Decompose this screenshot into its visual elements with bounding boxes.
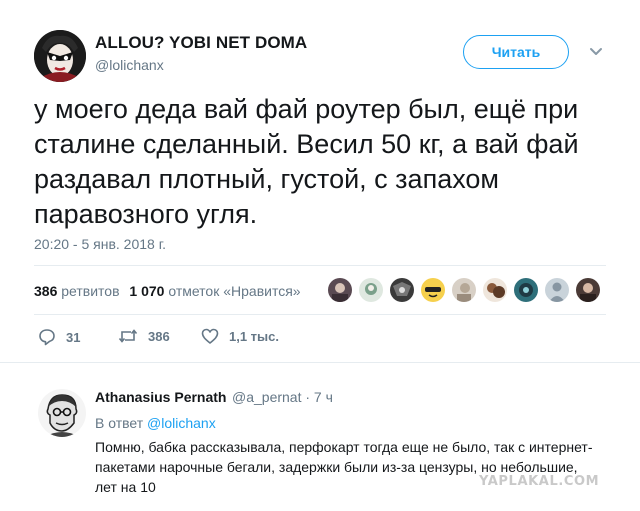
retweet-icon [118, 329, 138, 343]
tweet-text-line: сталине сделанный. Весил 50 кг, а вай фа… [34, 129, 579, 159]
divider [34, 265, 606, 266]
avatar-5-icon [452, 278, 476, 302]
liker-avatars [328, 278, 607, 304]
tweet-text: у моего деда вай фай роутер был, ещё при… [34, 92, 614, 232]
tweet-text-line: у моего деда вай фай роутер был, ещё при [34, 94, 579, 124]
tweet-timestamp[interactable]: 20:20 - 5 янв. 2018 г. [34, 236, 166, 252]
reply-author-handle-time[interactable]: @a_pernat · 7 ч [232, 389, 333, 405]
liker-avatar[interactable] [483, 278, 507, 302]
author-name[interactable]: ALLOU? YOBI NET DOMA [95, 33, 307, 53]
liker-avatar[interactable] [452, 278, 476, 302]
avatar-9-icon [576, 278, 600, 302]
avatar-2-icon [359, 278, 383, 302]
divider [0, 362, 640, 363]
reply-button[interactable]: 31 [38, 328, 80, 346]
avatar-8-icon [545, 278, 569, 302]
avatar-6-icon [483, 278, 507, 302]
retweet-label: ретвитов [61, 283, 120, 299]
avatar-3-icon [390, 278, 414, 302]
author-avatar[interactable] [34, 30, 86, 82]
tweet-text-line: раздавал плотный, густой, с запахом [34, 164, 499, 194]
retweet-stat[interactable]: 386 ретвитов [34, 283, 120, 299]
reply-icon [39, 329, 55, 346]
reply-author-name[interactable]: Athanasius Pernath [95, 389, 226, 405]
in-reply-prefix: В ответ [95, 415, 144, 431]
liker-avatar[interactable] [421, 278, 445, 302]
retweet-count: 386 [34, 283, 58, 299]
watermark: YAPLAKAL.COM [479, 474, 600, 489]
liker-avatar[interactable] [359, 278, 383, 302]
avatar-7-icon [514, 278, 538, 302]
follow-button[interactable]: Читать [463, 35, 569, 69]
in-reply-to: В ответ @lolichanx [95, 415, 216, 431]
like-count: 1 070 [129, 283, 165, 299]
heart-icon [201, 328, 219, 344]
like-stat[interactable]: 1 070 отметок «Нравится» [129, 283, 300, 299]
harley-quinn-avatar-icon [34, 30, 86, 82]
retweet-action-count: 386 [148, 328, 170, 344]
tweet-card: ALLOU? YOBI NET DOMA @lolichanx Читать у… [0, 0, 640, 511]
retweet-button[interactable]: 386 [118, 328, 170, 344]
reply-author-avatar[interactable] [38, 389, 86, 437]
reply-count: 31 [66, 329, 81, 345]
like-label: отметок «Нравится» [168, 283, 301, 299]
tweet-text-line: паравозного угля. [34, 199, 258, 229]
reply-text-line: Помню, бабка рассказывала, перфокарт тог… [95, 439, 593, 455]
liker-avatar[interactable] [514, 278, 538, 302]
liker-avatar[interactable] [576, 278, 600, 302]
divider [34, 314, 606, 315]
more-options-button[interactable] [586, 42, 606, 62]
avatar-4-icon [421, 278, 445, 302]
chevron-down-icon [590, 48, 602, 55]
like-button[interactable]: 1,1 тыс. [201, 328, 279, 344]
sketch-portrait-icon [38, 389, 86, 437]
like-action-count: 1,1 тыс. [229, 328, 279, 344]
author-handle[interactable]: @lolichanx [95, 57, 164, 73]
liker-avatar[interactable] [545, 278, 569, 302]
engagement-stats: 386 ретвитов 1 070 отметок «Нравится» [34, 283, 301, 299]
liker-avatar[interactable] [328, 278, 352, 302]
avatar-1-icon [328, 278, 352, 302]
in-reply-link[interactable]: @lolichanx [147, 415, 216, 431]
liker-avatar[interactable] [390, 278, 414, 302]
